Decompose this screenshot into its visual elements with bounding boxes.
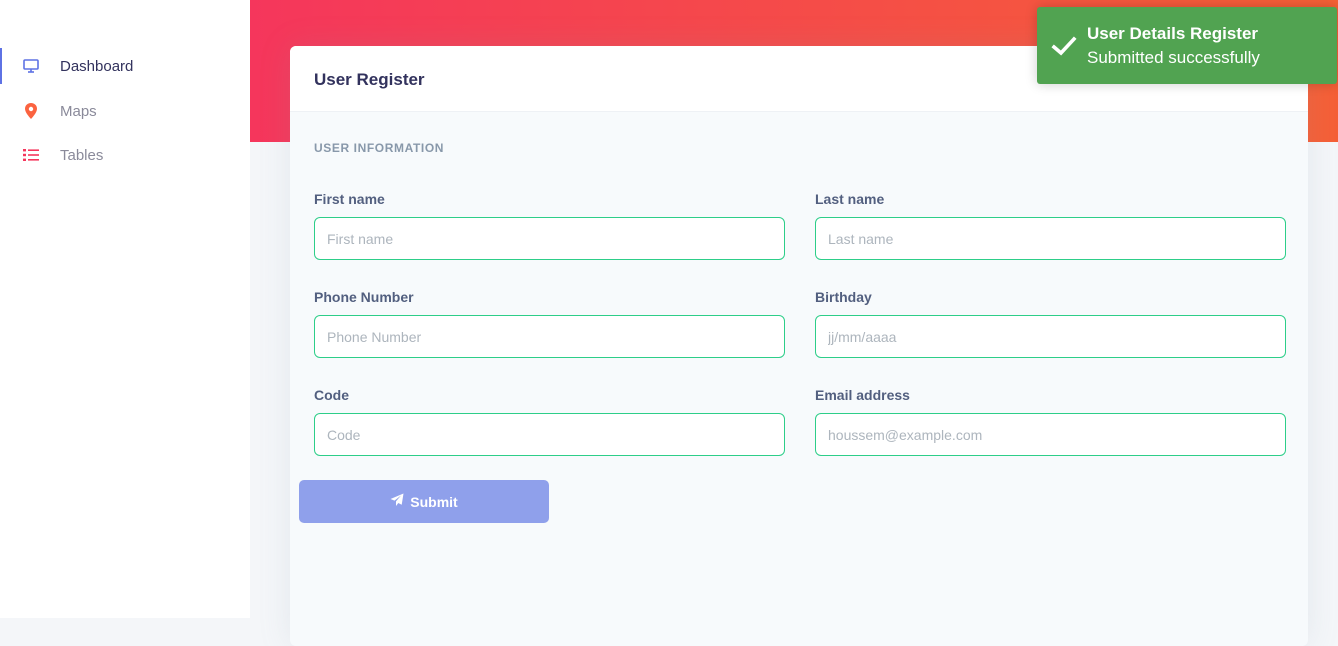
sidebar-item-label: Maps (60, 102, 97, 120)
section-heading: User information (314, 141, 445, 155)
phone-number-label: Phone Number (314, 289, 414, 305)
submit-button[interactable]: Submit (299, 480, 549, 523)
user-register-card: User Register User information First nam… (290, 46, 1308, 646)
monitor-icon (22, 57, 40, 75)
birthday-input[interactable] (815, 315, 1286, 358)
code-label: Code (314, 387, 349, 403)
list-icon (22, 146, 40, 164)
sidebar-item-label: Dashboard (60, 57, 134, 75)
page-title: User Register (314, 70, 425, 89)
map-pin-icon (22, 102, 40, 120)
last-name-input[interactable] (815, 217, 1286, 260)
submit-label: Submit (410, 493, 458, 510)
sidebar-item-dashboard[interactable]: Dashboard (0, 46, 250, 86)
sidebar-item-tables[interactable]: Tables (0, 135, 250, 175)
success-toast[interactable]: User Details Register Submitted successf… (1037, 7, 1337, 84)
last-name-label: Last name (815, 191, 885, 207)
email-input[interactable] (815, 413, 1286, 456)
checkmark-icon (1051, 33, 1077, 59)
toast-title: User Details Register (1087, 24, 1259, 43)
first-name-input[interactable] (314, 217, 785, 260)
phone-number-input[interactable] (314, 315, 785, 358)
sidebar: Dashboard Maps Tables (0, 0, 250, 618)
email-label: Email address (815, 387, 910, 403)
birthday-label: Birthday (815, 289, 872, 305)
code-input[interactable] (314, 413, 785, 456)
toast-message: Submitted successfully (1087, 48, 1260, 67)
first-name-label: First name (314, 191, 385, 207)
paper-plane-icon (390, 493, 404, 510)
sidebar-item-maps[interactable]: Maps (0, 91, 250, 131)
sidebar-item-label: Tables (60, 146, 104, 164)
